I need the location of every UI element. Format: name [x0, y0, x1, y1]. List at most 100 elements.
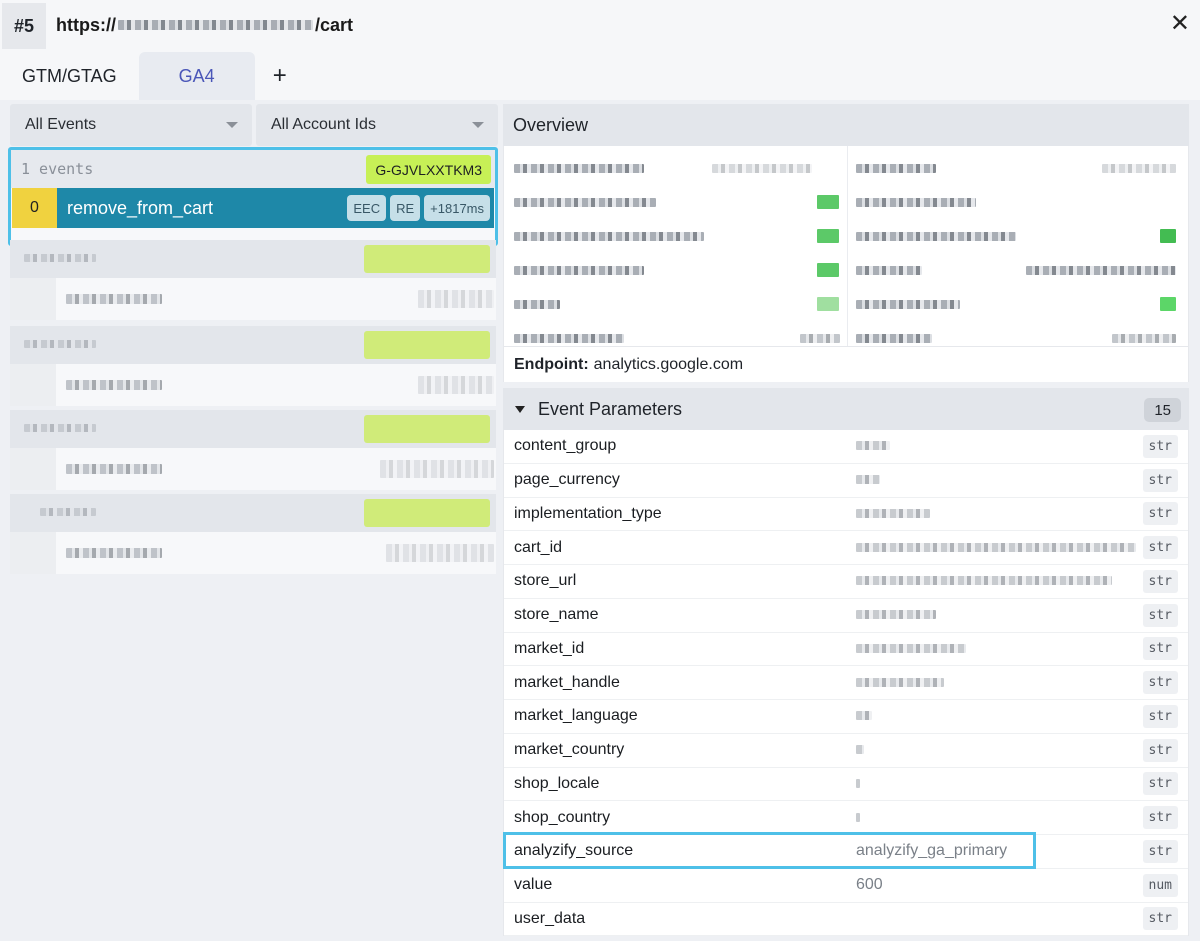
- parameter-value: [856, 809, 860, 827]
- events-filter-select[interactable]: All Events: [10, 104, 252, 146]
- event-name: remove_from_cart: [67, 197, 214, 218]
- redacted-text: [856, 812, 860, 822]
- parameter-value: [856, 741, 864, 759]
- parameter-row[interactable]: shop_locale str: [504, 768, 1188, 802]
- redacted-text: [856, 266, 922, 275]
- event-row: [10, 278, 496, 320]
- redacted-text: [24, 254, 96, 262]
- overview-row: [504, 190, 1190, 224]
- event-group-redacted[interactable]: [10, 410, 496, 490]
- events-panel: All Events All Account Ids 1 events G-GJ…: [8, 104, 498, 938]
- measurement-id-badge: [364, 331, 490, 359]
- parameter-type-badge: str: [1142, 704, 1178, 728]
- parameter-type-badge: str: [1142, 569, 1178, 593]
- parameter-type-badge: str: [1142, 502, 1178, 526]
- measurement-id-badge: [364, 499, 490, 527]
- overview-header[interactable]: Overview: [503, 104, 1189, 146]
- url-suffix: /cart: [315, 14, 354, 35]
- timing-badge: +1817ms: [424, 195, 490, 221]
- parameter-type-badge: str: [1142, 738, 1178, 762]
- tab-ga4[interactable]: GA4: [138, 52, 255, 100]
- overview-row: [504, 258, 1190, 292]
- event-group-redacted[interactable]: [10, 326, 496, 406]
- parameter-value: [856, 640, 966, 658]
- parameter-key: market_handle: [514, 673, 620, 691]
- parameter-key: cart_id: [514, 538, 563, 556]
- redacted-text: [712, 164, 812, 173]
- parameter-type-badge: str: [1142, 603, 1178, 627]
- event-index: [10, 448, 56, 490]
- parameter-row[interactable]: content_group str: [504, 430, 1188, 464]
- event-parameters-header[interactable]: Event Parameters 15: [503, 388, 1189, 430]
- caret-down-icon: [515, 405, 525, 413]
- event-index: 0: [12, 188, 57, 228]
- event-row[interactable]: 0 remove_from_cart EEC RE +1817ms: [12, 188, 494, 228]
- event-group-header: 1 events G-GJVLXXTKM3: [11, 150, 495, 188]
- redacted-text: [856, 610, 936, 620]
- parameter-row[interactable]: market_handle str: [504, 666, 1188, 700]
- parameter-key: shop_locale: [514, 774, 600, 792]
- parameter-type-badge: str: [1142, 536, 1178, 560]
- redacted-text: [24, 340, 96, 348]
- tab-bar: GTM/GTAG GA4 +: [0, 50, 1200, 100]
- parameter-key: implementation_type: [514, 504, 662, 522]
- redacted-text: [856, 441, 890, 451]
- parameter-row[interactable]: cart_id str: [504, 531, 1188, 565]
- account-filter-select[interactable]: All Account Ids: [256, 104, 498, 146]
- parameter-row[interactable]: market_id str: [504, 633, 1188, 667]
- event-group-redacted[interactable]: [10, 240, 496, 320]
- redacted-text: [1026, 266, 1176, 275]
- parameter-key: content_group: [514, 437, 617, 455]
- redacted-text: [817, 263, 839, 277]
- parameter-value: [856, 471, 880, 489]
- parameter-row[interactable]: implementation_type str: [504, 498, 1188, 532]
- event-count: 1 events: [21, 160, 94, 178]
- redacted-text: [817, 229, 839, 243]
- parameter-type-badge: num: [1142, 873, 1178, 897]
- parameter-value: [856, 674, 944, 692]
- parameter-key: market_country: [514, 741, 625, 759]
- parameter-key: shop_country: [514, 808, 611, 826]
- add-tab-icon[interactable]: +: [255, 52, 305, 100]
- redacted-text: [856, 643, 966, 653]
- parameter-row[interactable]: store_name str: [504, 599, 1188, 633]
- parameter-value: [856, 505, 930, 523]
- event-index: [10, 278, 56, 320]
- redacted-text: [66, 464, 162, 474]
- parameter-row[interactable]: page_currency str: [504, 464, 1188, 498]
- parameter-row[interactable]: user_data str: [504, 903, 1188, 937]
- tab-gtm-gtag[interactable]: GTM/GTAG: [0, 52, 139, 100]
- re-badge: RE: [390, 195, 421, 221]
- redacted-text: [514, 232, 704, 241]
- parameter-row[interactable]: market_country str: [504, 734, 1188, 768]
- url-redacted: [118, 20, 313, 30]
- measurement-id-badge[interactable]: G-GJVLXXTKM3: [366, 155, 491, 184]
- endpoint-label: Endpoint:: [514, 355, 589, 373]
- parameter-key: user_data: [514, 909, 586, 927]
- parameter-type-badge: str: [1142, 839, 1178, 863]
- event-group-redacted[interactable]: [10, 494, 496, 574]
- close-icon[interactable]: ✕: [1170, 12, 1190, 36]
- parameter-row[interactable]: store_url str: [504, 565, 1188, 599]
- redacted-text: [856, 300, 960, 309]
- event-group-header: [10, 410, 496, 448]
- parameter-key: page_currency: [514, 471, 620, 489]
- parameter-value: [856, 539, 1136, 557]
- redacted-text: [514, 164, 644, 173]
- overview-row: [504, 156, 1190, 190]
- redacted-text: [1160, 297, 1176, 311]
- event-row: [10, 448, 496, 490]
- event-index: [10, 532, 56, 574]
- parameter-type-badge: str: [1142, 772, 1178, 796]
- parameter-type-badge: str: [1142, 468, 1178, 492]
- redacted-text: [66, 294, 162, 304]
- parameter-row[interactable]: value 600 num: [504, 869, 1188, 903]
- redacted-text: [817, 297, 839, 311]
- page-url: https:// /cart: [56, 15, 353, 36]
- parameter-row[interactable]: market_language str: [504, 700, 1188, 734]
- endpoint-value: analytics.google.com: [593, 355, 744, 373]
- redacted-text: [856, 576, 1112, 586]
- parameter-type-badge: str: [1142, 806, 1178, 830]
- parameter-row[interactable]: analyzify_source analyzify_ga_primary str: [504, 835, 1188, 869]
- parameter-row[interactable]: shop_country str: [504, 801, 1188, 835]
